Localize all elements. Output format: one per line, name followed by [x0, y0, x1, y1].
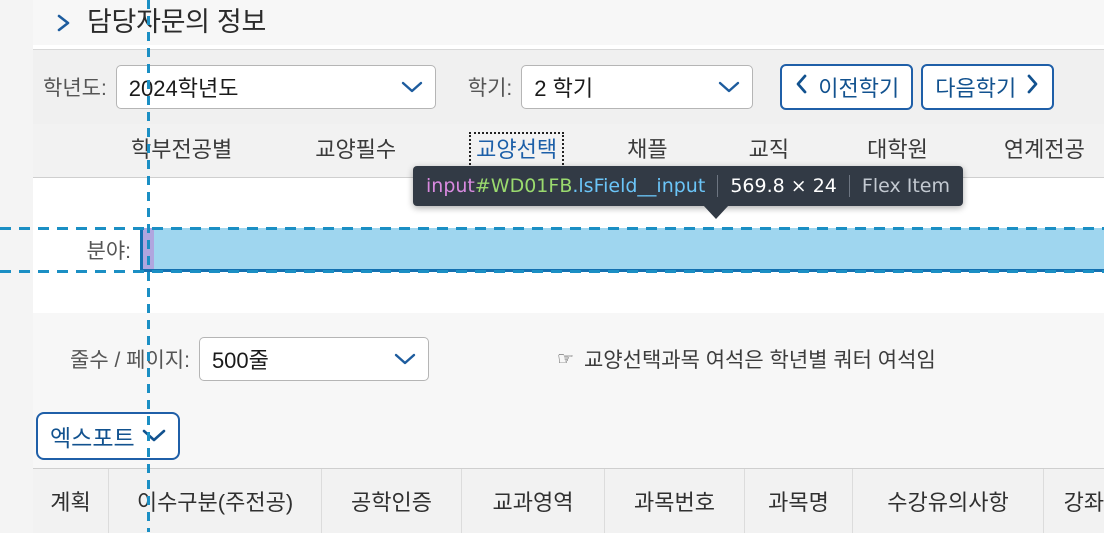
chevron-down-icon: [139, 423, 169, 450]
tab-daehagwon[interactable]: 대학원: [863, 135, 932, 165]
devtools-inspect-tooltip: input #WD01FB .lsField__input 569.8 × 24 F…: [413, 166, 963, 206]
field-filter-row: 분야:: [33, 228, 1104, 272]
column-header-gyogwa-yeongyeok[interactable]: 교과영역: [462, 469, 605, 533]
next-term-label: 다음학기: [935, 76, 1017, 101]
section-header: 담당자문의 정보: [33, 0, 1104, 45]
tab-gyojik[interactable]: 교직: [745, 135, 793, 165]
devtools-dimensions: 569.8 × 24: [730, 175, 837, 197]
column-header-gwamok-beonho[interactable]: 과목번호: [605, 469, 745, 533]
term-value: 2 학기: [534, 76, 594, 101]
rows-per-page-select[interactable]: 500줄: [198, 337, 429, 381]
tab-gyoyang-seontaek[interactable]: 교양선택: [469, 132, 565, 169]
filter-toolbar: 학년도: 2024학년도 학기: 2 학기 이전학기 다음학기: [33, 49, 1104, 124]
chevron-right-icon[interactable]: [51, 10, 77, 36]
column-header-isu-gubun[interactable]: 이수구분(주전공): [109, 469, 322, 533]
export-toolbar: 엑스포트: [33, 405, 1104, 468]
column-header-gonghak-injeung[interactable]: 공학인증: [322, 469, 462, 533]
academic-year-value: 2024학년도: [128, 76, 239, 101]
devtools-element-id: #WD01FB: [474, 175, 573, 197]
column-header-sugang-yuisahang[interactable]: 수강유의사항: [853, 469, 1044, 533]
export-button[interactable]: 엑스포트: [36, 412, 180, 460]
input-padding-box: [140, 228, 154, 269]
rows-per-page-label: 줄수 / 페이지:: [70, 349, 190, 372]
results-table-header: 계획 이수구분(주전공) 공학인증 교과영역 과목번호 과목명 수강유의사항 강…: [33, 468, 1104, 533]
tab-gyoyang-pilsu[interactable]: 교양필수: [311, 135, 400, 165]
app-page: 담당자문의 정보 학년도: 2024학년도 학기: 2 학기 이전학기 다음학기…: [0, 0, 1104, 533]
tab-yeongye-jeongong[interactable]: 연계전공: [1000, 135, 1089, 165]
devtools-tag-name: input: [426, 175, 475, 197]
next-term-button[interactable]: 다음학기: [921, 64, 1055, 110]
tab-hakbu-jeongongbyeol[interactable]: 학부전공별: [127, 135, 236, 165]
column-header-gwamok-myeong[interactable]: 과목명: [745, 469, 853, 533]
info-note-text: 교양선택과목 여석은 학년별 쿼터 여석임: [583, 349, 936, 372]
field-label: 분야:: [86, 240, 131, 263]
term-select[interactable]: 2 학기: [521, 65, 754, 109]
devtools-separator-2: [848, 175, 850, 197]
chevron-right-icon: [1025, 73, 1040, 101]
devtools-tooltip-arrow: [703, 205, 729, 219]
prev-term-button[interactable]: 이전학기: [780, 64, 914, 110]
export-button-label: 엑스포트: [50, 425, 135, 451]
column-header-gyehoek[interactable]: 계획: [33, 469, 109, 533]
field-input[interactable]: [140, 228, 1104, 272]
chevron-down-icon: [399, 79, 425, 95]
term-label: 학기:: [467, 77, 513, 100]
info-note: ☞ 교양선택과목 여석은 학년별 쿼터 여석임: [557, 344, 936, 374]
academic-year-label: 학년도:: [43, 77, 107, 100]
column-header-gangjwa-yu[interactable]: 강좌유: [1044, 469, 1104, 533]
devtools-layout-badge: Flex Item: [861, 175, 950, 197]
rows-per-page-row: 줄수 / 페이지: 500줄 ☞ 교양선택과목 여석은 학년별 쿼터 여석임: [33, 313, 1104, 405]
academic-year-select[interactable]: 2024학년도: [115, 65, 436, 109]
pointing-hand-icon: ☞: [556, 348, 574, 370]
rows-per-page-value: 500줄: [211, 348, 269, 373]
chevron-left-icon: [794, 73, 809, 101]
chevron-down-icon: [392, 351, 418, 367]
devtools-separator-1: [717, 175, 719, 197]
page-title: 담당자문의 정보: [87, 7, 266, 37]
devtools-class-names: .lsField__input: [572, 175, 706, 197]
chevron-down-icon: [716, 79, 742, 95]
tab-chaepeul[interactable]: 채플: [623, 135, 671, 165]
prev-term-label: 이전학기: [818, 76, 900, 101]
